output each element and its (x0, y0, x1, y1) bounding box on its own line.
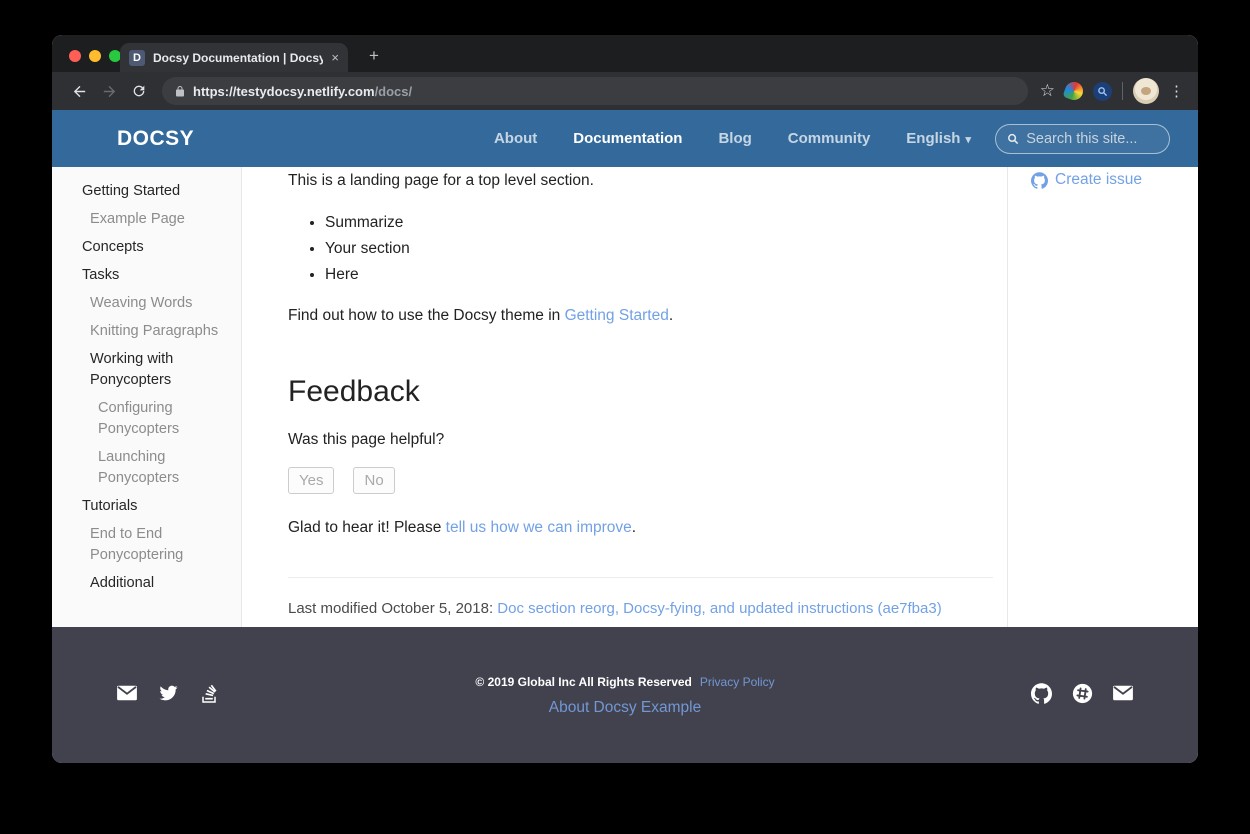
create-issue-label: Create issue (1055, 171, 1142, 189)
forward-icon[interactable] (96, 78, 122, 104)
profile-avatar[interactable] (1133, 78, 1159, 104)
sidebar-item-additional[interactable]: Additional (82, 573, 233, 594)
footer-icons-left (116, 682, 220, 763)
url-host: https://testydocsy.netlify.com (193, 84, 375, 99)
last-modified: Last modified October 5, 2018: Doc secti… (288, 597, 993, 621)
browser-window: D Docsy Documentation | Docsy × + https:… (52, 35, 1198, 763)
nav-item-community[interactable]: Community (770, 130, 889, 147)
privacy-policy-link[interactable]: Privacy Policy (700, 675, 775, 689)
sidebar-item-end-to-end-ponycoptering[interactable]: End to End Ponycoptering (82, 524, 233, 566)
address-bar[interactable]: https://testydocsy.netlify.com/docs/ (162, 77, 1028, 105)
lock-icon (174, 85, 186, 98)
browser-tab[interactable]: D Docsy Documentation | Docsy × (120, 43, 348, 72)
site-footer: © 2019 Global Inc All Rights ReservedPri… (52, 627, 1198, 763)
url-path: /docs/ (375, 84, 413, 99)
sidebar-item-configuring-ponycopters[interactable]: Configuring Ponycopters (82, 398, 233, 440)
twitter-icon[interactable] (157, 682, 179, 704)
site-search (995, 124, 1170, 154)
list-item: Your section (325, 241, 993, 257)
about-docsy-link[interactable]: About Docsy Example (549, 699, 702, 717)
nav-item-blog[interactable]: Blog (700, 130, 769, 147)
sidebar-item-tutorials[interactable]: Tutorials (82, 496, 233, 517)
slack-icon[interactable] (1071, 682, 1093, 704)
list-item: Summarize (325, 215, 993, 231)
feedback-buttons: Yes No (288, 467, 993, 494)
back-icon[interactable] (66, 78, 92, 104)
footer-icons-right (1030, 682, 1134, 763)
summary-list: Summarize Your section Here (325, 215, 993, 283)
language-dropdown[interactable]: English▾ (888, 130, 977, 147)
nav-item-documentation[interactable]: Documentation (555, 130, 700, 147)
page-content: Getting Started Example Page Concepts Ta… (52, 167, 1198, 627)
feedback-yes-button[interactable]: Yes (288, 467, 334, 494)
bookmark-star-icon[interactable]: ☆ (1040, 81, 1055, 101)
close-window-button[interactable] (69, 50, 81, 62)
sidebar-item-getting-started[interactable]: Getting Started (82, 181, 233, 202)
feedback-no-button[interactable]: No (353, 467, 394, 494)
extension-pinwheel-icon[interactable] (1062, 79, 1085, 102)
feedback-heading: Feedback (288, 375, 993, 409)
url-text: https://testydocsy.netlify.com/docs/ (193, 84, 412, 99)
findout-paragraph: Find out how to use the Docsy theme in G… (288, 304, 993, 328)
close-tab-icon[interactable]: × (331, 50, 339, 65)
search-icon (1007, 132, 1019, 146)
mail-icon[interactable] (116, 682, 138, 704)
nav-links: About Documentation Blog Community Engli… (476, 124, 1170, 154)
sidebar-item-launching-ponycopters[interactable]: Launching Ponycopters (82, 447, 233, 489)
sidebar-item-tasks[interactable]: Tasks (82, 265, 233, 286)
sidebar-item-working-with-ponycopters[interactable]: Working with Ponycopters (82, 349, 233, 391)
feedback-question: Was this page helpful? (288, 428, 993, 452)
chevron-down-icon: ▾ (965, 134, 971, 146)
docs-sidebar: Getting Started Example Page Concepts Ta… (52, 167, 242, 627)
browser-toolbar: https://testydocsy.netlify.com/docs/ ☆ ⋮ (52, 72, 1198, 110)
site-logo[interactable]: DOCSY (117, 127, 194, 151)
search-input[interactable] (1026, 131, 1158, 147)
list-item: Here (325, 267, 993, 283)
copyright-text: © 2019 Global Inc All Rights ReservedPri… (220, 675, 1030, 689)
sidebar-item-concepts[interactable]: Concepts (82, 237, 233, 258)
main-article: This is a landing page for a top level s… (242, 167, 1007, 627)
extension-password-icon[interactable] (1093, 82, 1112, 101)
footer-center: © 2019 Global Inc All Rights ReservedPri… (220, 675, 1030, 763)
github-icon[interactable] (1030, 682, 1052, 704)
tab-title: Docsy Documentation | Docsy (153, 51, 323, 65)
minimize-window-button[interactable] (89, 50, 101, 62)
site-navbar: DOCSY About Documentation Blog Community… (52, 110, 1198, 167)
mail-icon[interactable] (1112, 682, 1134, 704)
getting-started-link[interactable]: Getting Started (565, 307, 669, 324)
sidebar-item-weaving-words[interactable]: Weaving Words (82, 293, 233, 314)
stack-overflow-icon[interactable] (198, 682, 220, 704)
feedback-response: Glad to hear it! Please tell us how we c… (288, 516, 993, 540)
traffic-lights (69, 50, 121, 62)
refresh-icon[interactable] (126, 78, 152, 104)
sidebar-item-example-page[interactable]: Example Page (82, 209, 233, 230)
tab-favicon: D (129, 50, 145, 66)
github-icon (1031, 172, 1048, 189)
nav-item-about[interactable]: About (476, 130, 555, 147)
toolbar-divider (1122, 82, 1123, 100)
new-tab-button[interactable]: + (362, 44, 386, 68)
browser-menu-icon[interactable]: ⋮ (1169, 82, 1184, 100)
commit-link[interactable]: Doc section reorg, Docsy-fying, and upda… (497, 600, 941, 617)
intro-paragraph: This is a landing page for a top level s… (288, 169, 993, 193)
content-divider (288, 577, 993, 578)
improve-link[interactable]: tell us how we can improve (446, 519, 632, 536)
create-issue-link[interactable]: Create issue (1031, 171, 1198, 189)
sidebar-item-knitting-paragraphs[interactable]: Knitting Paragraphs (82, 321, 233, 342)
tab-strip: D Docsy Documentation | Docsy × + (52, 35, 1198, 72)
toolbar-right: ☆ ⋮ (1040, 78, 1184, 104)
right-sidebar: Create issue (1007, 167, 1198, 627)
